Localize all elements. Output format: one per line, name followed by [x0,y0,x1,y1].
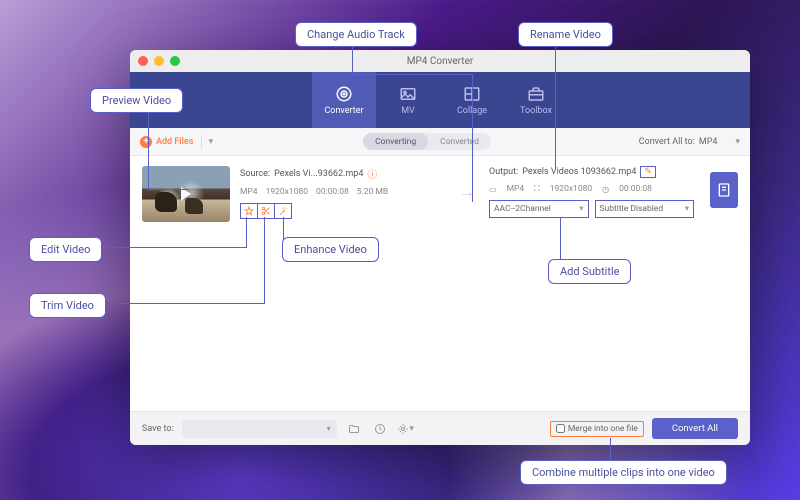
source-meta: Source: Pexels Vi...93662.mp4 ⓘ MP4 1920… [240,166,445,219]
video-thumbnail[interactable] [142,166,230,222]
scissors-icon [261,206,271,216]
speed-icon[interactable] [371,420,389,438]
nav-mv-label: MV [401,106,415,116]
source-label: Source: [240,169,270,179]
film-icon: ▭ [489,185,497,194]
src-resolution: 1920x1080 [266,187,308,197]
window-title: MP4 Converter [130,56,750,67]
expand-icon: ⛶ [534,184,540,194]
arrow-icon: → [455,182,479,202]
callout-preview: Preview Video [90,88,183,113]
nav-converter[interactable]: Converter [312,72,376,128]
edit-button[interactable] [240,203,258,219]
video-item: Source: Pexels Vi...93662.mp4 ⓘ MP4 1920… [142,166,738,222]
target-icon [335,85,353,103]
plus-icon: + [140,136,152,148]
source-filename: Pexels Vi...93662.mp4 [274,169,363,179]
tab-converted[interactable]: Converted [428,133,491,150]
merge-input[interactable] [556,424,565,433]
merge-label: Merge into one file [568,424,638,434]
convert-all-to-label: Convert All to: [639,137,695,147]
rename-button[interactable]: ✎ [640,166,656,178]
src-size: 5.20 MB [357,187,388,197]
tab-converting[interactable]: Converting [363,133,428,150]
callout-rename: Rename Video [518,22,613,47]
star-icon [244,206,254,216]
chevron-down-icon[interactable]: ▾ [201,135,215,149]
out-resolution: 1920x1080 [550,184,592,194]
main-nav: Converter MV Collage Toolbox [130,72,750,128]
output-format-button[interactable] [710,172,738,208]
output-label: Output: [489,167,518,177]
titlebar: MP4 Converter [130,50,750,72]
convert-all-button[interactable]: Convert All [652,418,738,439]
callout-add-subtitle: Add Subtitle [548,259,631,284]
nav-converter-label: Converter [324,106,363,116]
nav-toolbox-label: Toolbox [520,106,552,116]
footer: Save to: ▾ ▾ Merge into one file Convert… [130,411,750,445]
image-icon [399,85,417,103]
folder-icon[interactable] [345,420,363,438]
trim-button[interactable] [257,203,275,219]
edit-toolbar [240,203,445,219]
format-select[interactable]: MP4▾ [699,137,740,147]
output-filename: Pexels Videos 1093662.mp4 [522,167,636,177]
save-to-label: Save to: [142,424,174,434]
callout-change-audio: Change Audio Track [295,22,417,47]
toolbox-icon [527,85,545,103]
convert-all-to: Convert All to: MP4▾ [639,137,740,147]
merge-checkbox[interactable]: Merge into one file [550,421,644,437]
nav-mv[interactable]: MV [376,72,440,128]
output-meta: Output: Pexels Videos 1093662.mp4 ✎ ▭ MP4… [489,166,694,218]
callout-edit: Edit Video [29,237,102,262]
out-format: MP4 [507,184,525,194]
document-icon [716,182,732,198]
callout-combine: Combine multiple clips into one video [520,460,727,485]
settings-icon[interactable]: ▾ [397,420,415,438]
toolbar: + Add Files ▾ Converting Converted Conve… [130,128,750,156]
add-files-button[interactable]: + Add Files ▾ [140,135,215,149]
wand-icon [278,206,288,216]
clear-source-icon[interactable]: ⓘ [367,166,377,181]
src-format: MP4 [240,187,258,197]
nav-toolbox[interactable]: Toolbox [504,72,568,128]
clock-icon: ◷ [602,185,609,194]
save-to-select[interactable]: ▾ [182,420,337,438]
out-duration: 00:00:08 [619,184,652,194]
content-area: Source: Pexels Vi...93662.mp4 ⓘ MP4 1920… [130,156,750,411]
audio-track-select[interactable]: AAC--2Channel [489,200,589,218]
callout-enhance: Enhance Video [282,237,379,262]
add-files-label: Add Files [156,137,193,147]
callout-trim: Trim Video [29,293,106,318]
subtitle-select[interactable]: Subtitle Disabled [595,200,695,218]
src-duration: 00:00:08 [316,187,349,197]
